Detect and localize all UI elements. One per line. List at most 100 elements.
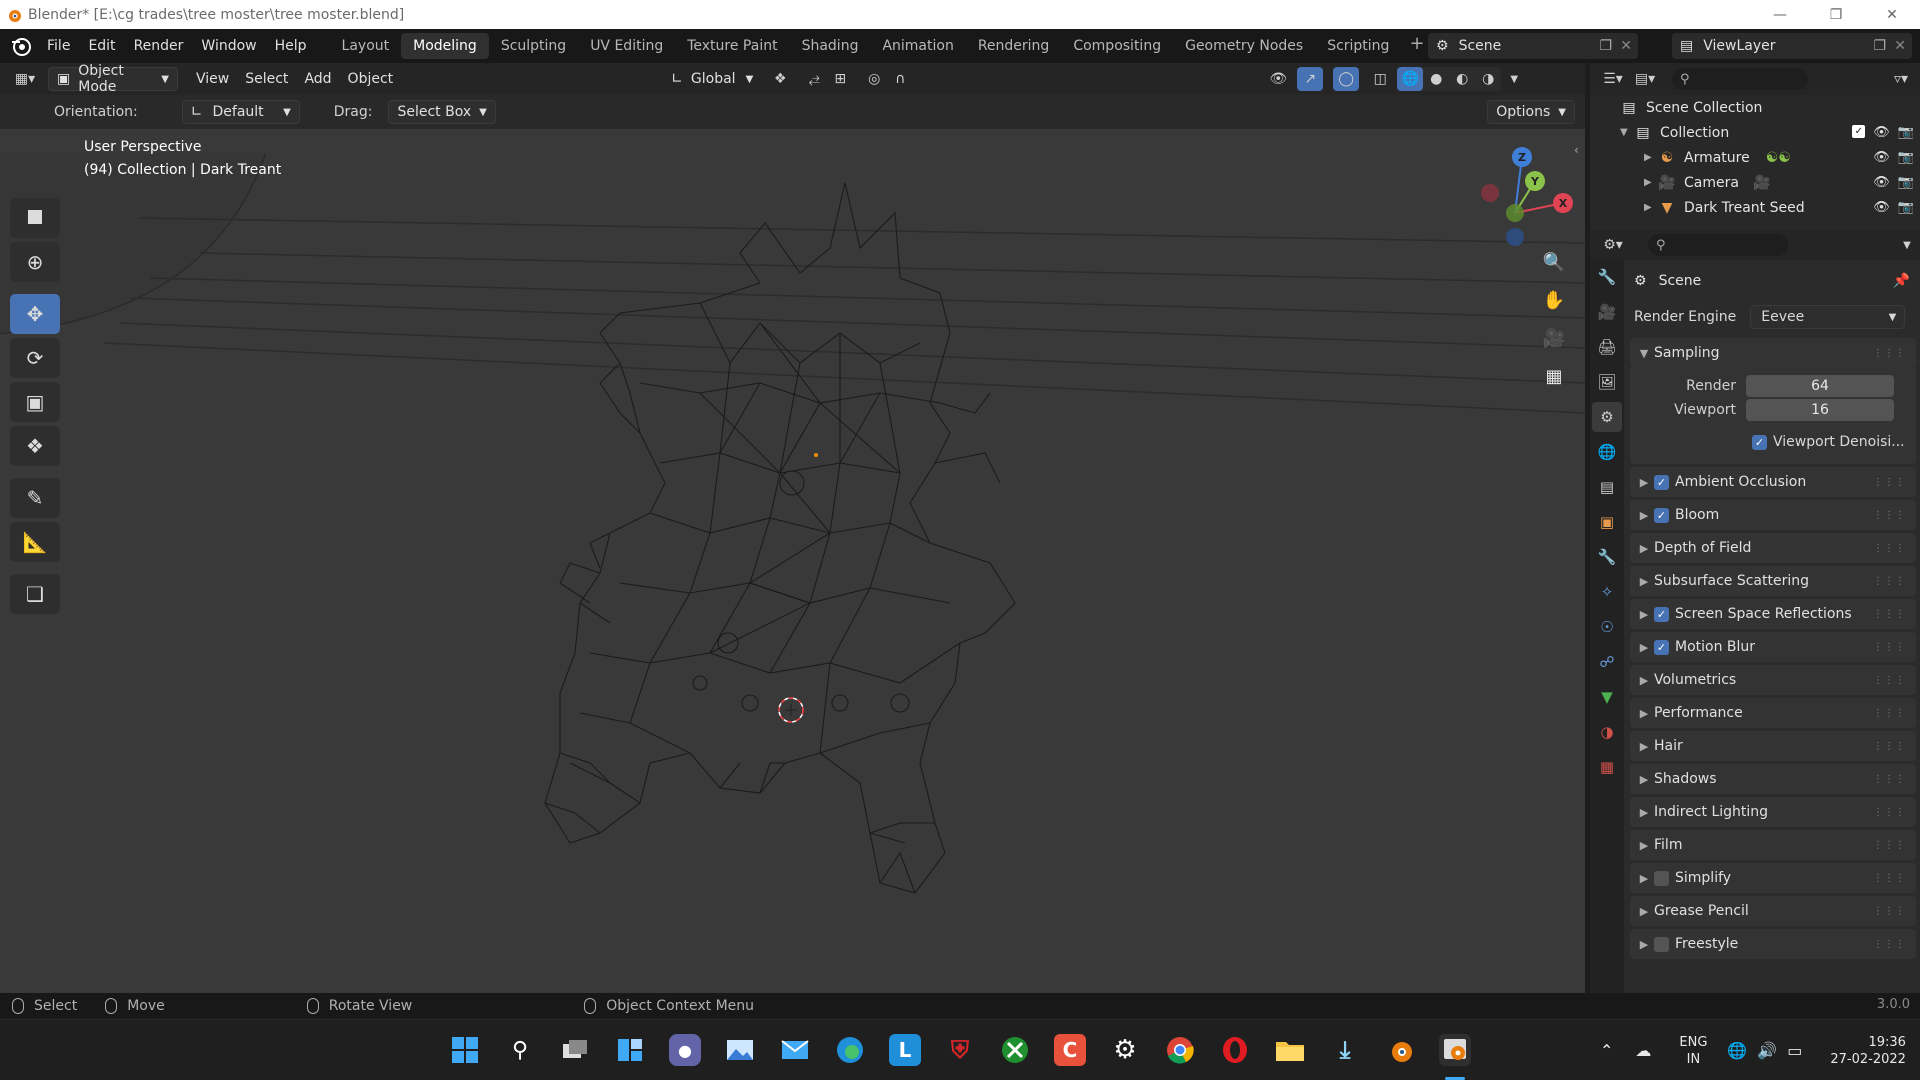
- menu-edit[interactable]: Edit: [79, 29, 124, 63]
- panel-enable-checkbox[interactable]: [1654, 936, 1669, 952]
- modifier-tab-icon[interactable]: 🔧: [1592, 542, 1622, 572]
- windows-start-icon[interactable]: [449, 1034, 481, 1066]
- viewport-samples-field[interactable]: 16: [1746, 399, 1894, 421]
- render-camera-icon[interactable]: 📷: [1898, 125, 1914, 140]
- drag-grip-icon[interactable]: ⋮⋮⋮: [1873, 543, 1906, 554]
- panel-film[interactable]: ▶ Film ⋮⋮⋮: [1630, 830, 1916, 860]
- rotate-tool-icon[interactable]: ⟳: [10, 338, 60, 378]
- tab-modeling[interactable]: Modeling: [401, 33, 489, 59]
- falloff-icon[interactable]: ∩: [887, 67, 913, 91]
- menu-view[interactable]: View: [188, 67, 237, 91]
- expand-arrow-icon[interactable]: ▶: [1644, 152, 1658, 163]
- xray-toggle-icon[interactable]: ◫: [1367, 67, 1393, 91]
- panel-enable-checkbox[interactable]: ✓: [1654, 474, 1669, 490]
- scene-collection-row[interactable]: ▤ Scene Collection: [1590, 95, 1920, 120]
- data-tab-icon[interactable]: ▼: [1592, 682, 1622, 712]
- blender-taskbar-icon[interactable]: [1384, 1034, 1416, 1066]
- drag-grip-icon[interactable]: ⋮⋮⋮: [1873, 939, 1906, 950]
- collection-row[interactable]: ▼ ▤ Collection ✓ 👁 📷: [1590, 120, 1920, 145]
- drag-grip-icon[interactable]: ⋮⋮⋮: [1873, 675, 1906, 686]
- snap-toggle-icon[interactable]: ⥄: [801, 67, 827, 91]
- view-layer-tab-icon[interactable]: 🖼: [1592, 367, 1622, 397]
- language-indicator[interactable]: ENG IN: [1679, 1034, 1707, 1068]
- transform-tool-icon[interactable]: ❖: [10, 426, 60, 466]
- edge-browser-icon[interactable]: [834, 1034, 866, 1066]
- panel-hair[interactable]: ▶ Hair ⋮⋮⋮: [1630, 731, 1916, 761]
- tab-layout[interactable]: Layout: [330, 33, 402, 59]
- material-tab-icon[interactable]: ◑: [1592, 717, 1622, 747]
- expand-arrow-icon[interactable]: ▶: [1644, 202, 1658, 213]
- panel-ambient-occlusion[interactable]: ▶ ✓ Ambient Occlusion ⋮⋮⋮: [1630, 467, 1916, 497]
- tab-compositing[interactable]: Compositing: [1061, 33, 1173, 59]
- pin-icon[interactable]: 📌: [1893, 273, 1910, 289]
- panel-indirect-lighting[interactable]: ▶ Indirect Lighting ⋮⋮⋮: [1630, 797, 1916, 827]
- properties-options-icon[interactable]: ▼: [1894, 233, 1920, 257]
- outliner-editor-type-icon[interactable]: ☰▾: [1600, 67, 1626, 91]
- menu-select[interactable]: Select: [237, 67, 296, 91]
- zoom-icon[interactable]: 🔍: [1538, 246, 1570, 278]
- new-scene-icon[interactable]: ❐: [1599, 38, 1612, 54]
- scene-tab-icon[interactable]: ⚙: [1592, 402, 1622, 432]
- render-samples-field[interactable]: 64: [1746, 375, 1894, 397]
- tab-texture-paint[interactable]: Texture Paint: [675, 33, 789, 59]
- tab-rendering[interactable]: Rendering: [966, 33, 1062, 59]
- c-app-icon[interactable]: C: [1054, 1034, 1086, 1066]
- scene-selector[interactable]: ⚙ Scene ❐ ✕: [1428, 33, 1638, 59]
- perspective-grid-icon[interactable]: ▦: [1538, 360, 1570, 392]
- drag-dropdown[interactable]: Select Box ▼: [388, 100, 496, 124]
- panel-volumetrics[interactable]: ▶ Volumetrics ⋮⋮⋮: [1630, 665, 1916, 695]
- transform-orientation-dropdown[interactable]: ∟ Global ▼: [663, 67, 761, 91]
- drag-grip-icon[interactable]: ⋮⋮⋮: [1873, 576, 1906, 587]
- viewport-denoise-checkbox[interactable]: ✓: [1752, 434, 1767, 450]
- overlay-toggle-icon[interactable]: ◯: [1333, 67, 1360, 91]
- outliner-item[interactable]: ▶ ▼ Dark Treant Seed 👁 📷: [1590, 195, 1920, 220]
- blender-active-window-icon[interactable]: [1439, 1034, 1471, 1066]
- properties-search-input[interactable]: ⚲: [1648, 234, 1788, 256]
- drag-grip-icon[interactable]: ⋮⋮⋮: [1873, 609, 1906, 620]
- eye-icon[interactable]: 👁: [1873, 125, 1890, 140]
- editor-type-icon[interactable]: ▦▾: [12, 67, 38, 91]
- move-tool-icon[interactable]: ✥: [10, 294, 60, 334]
- tab-uv-editing[interactable]: UV Editing: [578, 33, 675, 59]
- download-manager-icon[interactable]: ⤓: [1329, 1034, 1361, 1066]
- delete-scene-icon[interactable]: ✕: [1620, 38, 1632, 54]
- drag-grip-icon[interactable]: ⋮⋮⋮: [1873, 807, 1906, 818]
- l-app-icon[interactable]: L: [889, 1034, 921, 1066]
- tab-animation[interactable]: Animation: [870, 33, 965, 59]
- viewport-scene[interactable]: [0, 63, 1585, 993]
- teams-chat-icon[interactable]: ●: [669, 1034, 701, 1066]
- eye-icon[interactable]: 👁: [1873, 175, 1890, 190]
- settings-gear-icon[interactable]: ⚙: [1109, 1034, 1141, 1066]
- snap-target-icon[interactable]: ⊞: [827, 67, 853, 91]
- file-explorer-icon[interactable]: [1274, 1034, 1306, 1066]
- visibility-icon[interactable]: 👁: [1265, 67, 1291, 91]
- outliner-item[interactable]: ▶ ☯ Armature ☯☯ 👁 📷: [1590, 145, 1920, 170]
- menu-help[interactable]: Help: [266, 29, 316, 63]
- panel-enable-checkbox[interactable]: ✓: [1654, 606, 1669, 622]
- eye-icon[interactable]: 👁: [1873, 150, 1890, 165]
- pivot-point-icon[interactable]: ❖: [767, 67, 793, 91]
- outliner-search-input[interactable]: ⚲: [1672, 68, 1808, 90]
- scale-tool-icon[interactable]: ▣: [10, 382, 60, 422]
- navigation-gizmo[interactable]: X Y Z: [1475, 143, 1585, 253]
- tab-sculpting[interactable]: Sculpting: [489, 33, 578, 59]
- render-camera-icon[interactable]: 📷: [1898, 175, 1914, 190]
- panel-motion-blur[interactable]: ▶ ✓ Motion Blur ⋮⋮⋮: [1630, 632, 1916, 662]
- expand-arrow-icon[interactable]: ▼: [1620, 127, 1634, 138]
- collection-tab-icon[interactable]: ▤: [1592, 472, 1622, 502]
- close-icon[interactable]: ✕: [1864, 0, 1920, 29]
- panel-shadows[interactable]: ▶ Shadows ⋮⋮⋮: [1630, 764, 1916, 794]
- panel-grease-pencil[interactable]: ▶ Grease Pencil ⋮⋮⋮: [1630, 896, 1916, 926]
- panel-simplify[interactable]: ▶ Simplify ⋮⋮⋮: [1630, 863, 1916, 893]
- material-preview-icon[interactable]: ◐: [1449, 67, 1475, 91]
- expand-arrow-icon[interactable]: ▶: [1644, 177, 1658, 188]
- particles-tab-icon[interactable]: ✧: [1592, 577, 1622, 607]
- eye-icon[interactable]: 👁: [1873, 200, 1890, 215]
- panel-freestyle[interactable]: ▶ Freestyle ⋮⋮⋮: [1630, 929, 1916, 959]
- constraints-tab-icon[interactable]: ☍: [1592, 647, 1622, 677]
- panel-bloom[interactable]: ▶ ✓ Bloom ⋮⋮⋮: [1630, 500, 1916, 530]
- minimize-icon[interactable]: —: [1752, 0, 1808, 29]
- mail-icon[interactable]: [779, 1034, 811, 1066]
- tab-scripting[interactable]: Scripting: [1315, 33, 1401, 59]
- menu-add[interactable]: Add: [296, 67, 339, 91]
